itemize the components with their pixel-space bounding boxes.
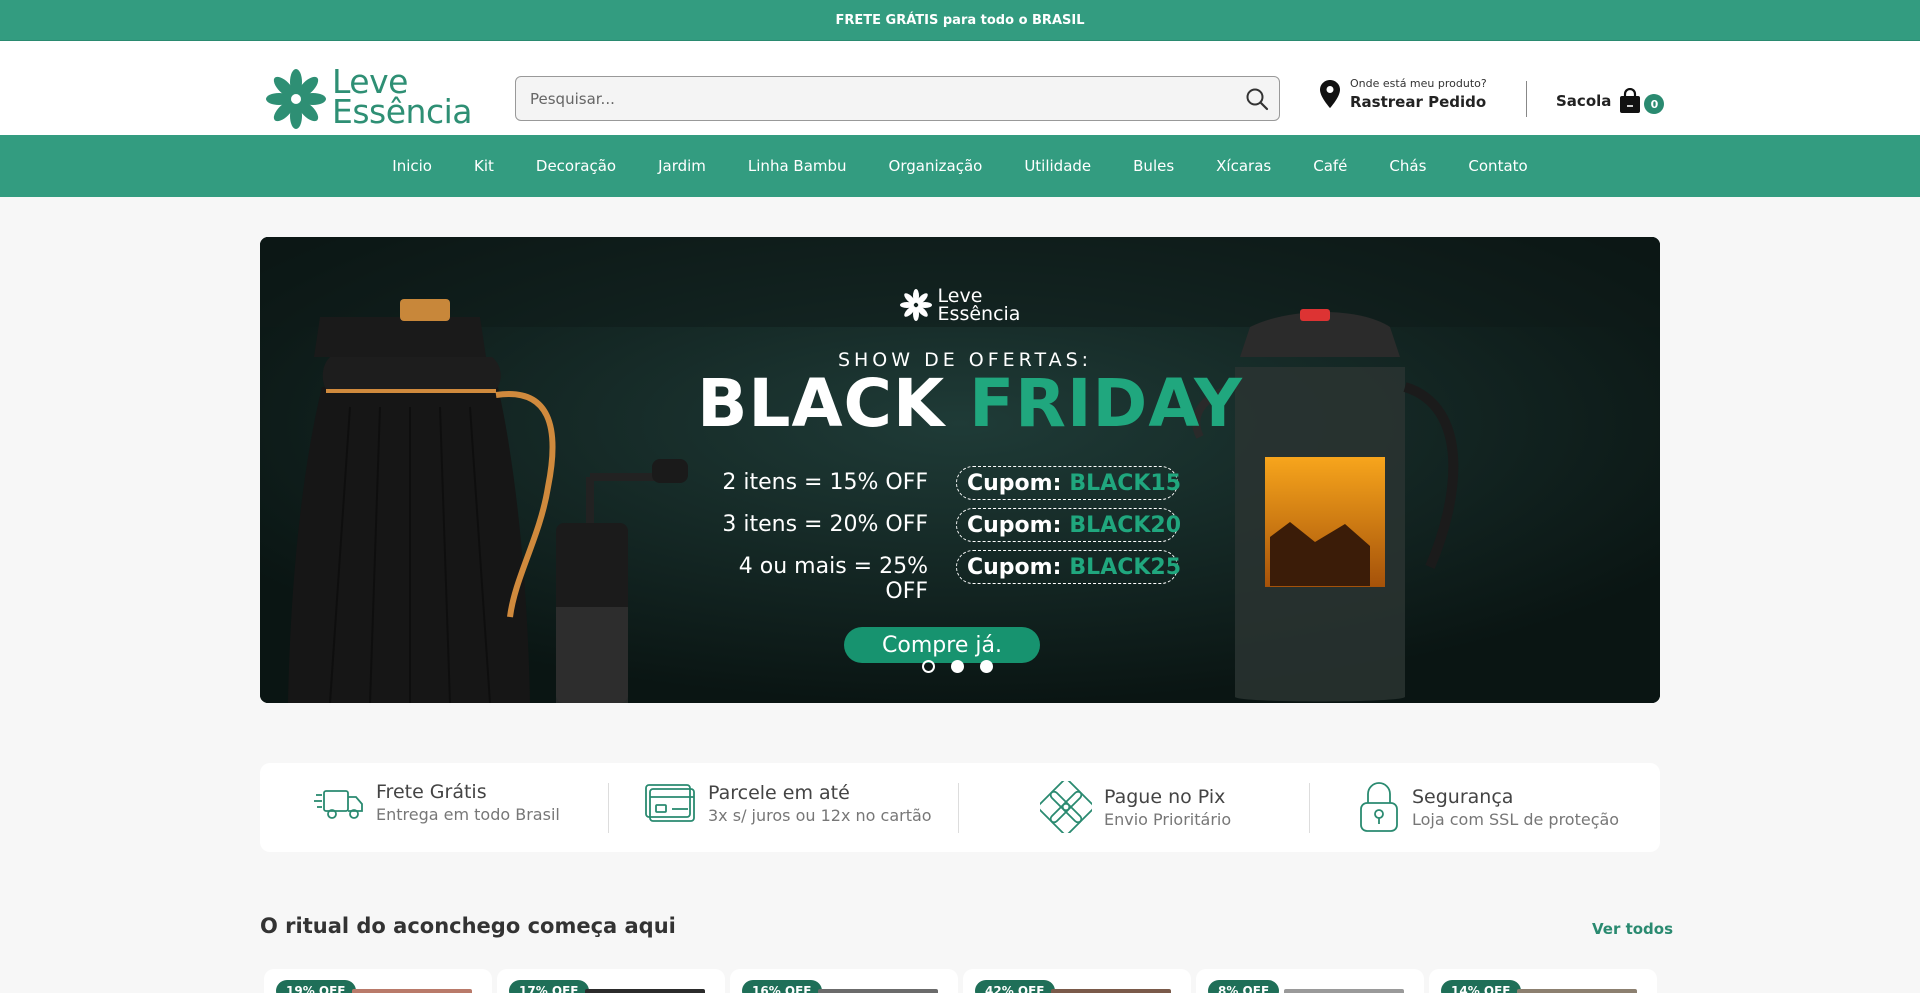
product-image <box>1284 989 1404 993</box>
coupon-badge: Cupom: BLACK15 <box>956 466 1182 500</box>
leaf-flower-icon <box>266 69 326 129</box>
feature-pix: Pague no Pix Envio Prioritário <box>1040 781 1231 833</box>
feature-security: Segurança Loja com SSL de proteção <box>1358 781 1619 833</box>
offer-line: 3 itens = 20% OFF <box>722 512 928 537</box>
feature-installments: Parcele em até 3x s/ juros ou 12x no car… <box>644 781 932 825</box>
discount-badge: 8% OFF <box>1208 980 1280 993</box>
header-divider <box>1526 81 1527 117</box>
track-order-link[interactable]: Onde está meu produto? Rastrear Pedido <box>1320 77 1487 111</box>
feature-divider <box>608 783 609 833</box>
truck-icon <box>314 789 363 819</box>
coupon-code: BLACK15 <box>1069 470 1182 496</box>
logo[interactable]: Leve Essência <box>264 65 473 131</box>
carousel-dots <box>922 660 993 673</box>
cart-button[interactable]: Sacola 0 <box>1556 88 1665 114</box>
carousel-dot-3[interactable] <box>980 660 993 673</box>
product-card[interactable]: 19% OFF <box>264 969 492 993</box>
feature-title: Parcele em até <box>708 781 850 804</box>
discount-badge: 14% OFF <box>1441 980 1521 993</box>
product-card[interactable]: 16% OFF <box>730 969 958 993</box>
banner-logo-line-2: Essência <box>937 303 1021 325</box>
coupon-badge: Cupom: BLACK25 <box>956 550 1182 584</box>
buy-now-button[interactable]: Compre já. <box>844 627 1040 663</box>
offer-line: 4 ou mais = 25% OFF <box>738 554 928 604</box>
carousel-dot-2[interactable] <box>951 660 964 673</box>
discount-badge: 17% OFF <box>509 980 589 993</box>
product-image <box>1051 989 1171 993</box>
feature-subtitle: Entrega em todo Brasil <box>376 805 560 824</box>
feature-subtitle: Envio Prioritário <box>1104 809 1232 829</box>
track-order-label: Rastrear Pedido <box>1350 93 1487 111</box>
section-title: O ritual do aconchego começa aqui <box>260 914 676 938</box>
coupon-label: Cupom: <box>967 470 1062 496</box>
top-announcement-bar: FRETE GRÁTIS para todo o BRASIL <box>0 0 1920 41</box>
product-card[interactable]: 17% OFF <box>497 969 725 993</box>
coupon-badge: Cupom: BLACK20 <box>956 508 1182 542</box>
nav-item-decoracao[interactable]: Decoração <box>515 157 637 175</box>
feature-title: Pague no Pix <box>1104 785 1226 808</box>
nav-item-jardim[interactable]: Jardim <box>637 157 727 175</box>
location-pin-icon <box>1320 80 1340 108</box>
shopping-bag-icon <box>1620 88 1641 113</box>
product-card[interactable]: 42% OFF <box>963 969 1191 993</box>
discount-badge: 42% OFF <box>975 980 1055 993</box>
feature-divider <box>958 783 959 833</box>
banner-title: BLACK FRIDAY <box>260 365 1660 442</box>
search-icon[interactable] <box>1245 87 1269 111</box>
product-image <box>352 989 472 993</box>
product-image <box>1517 989 1637 993</box>
nav-item-kit[interactable]: Kit <box>453 157 515 175</box>
carousel-dot-1[interactable] <box>922 660 935 673</box>
product-card[interactable]: 14% OFF <box>1429 969 1657 993</box>
coupon-label: Cupom: <box>967 554 1062 580</box>
cart-label: Sacola <box>1556 92 1612 110</box>
banner-title-green: FRIDAY <box>969 365 1243 442</box>
feature-title: Frete Grátis <box>376 781 487 803</box>
nav-item-utilidade[interactable]: Utilidade <box>1003 157 1112 175</box>
search-bar <box>515 76 1280 121</box>
feature-subtitle: Loja com SSL de proteção <box>1412 809 1620 829</box>
pix-icon <box>1040 781 1092 833</box>
nav-item-inicio[interactable]: Inicio <box>371 157 453 175</box>
main-nav: Inicio Kit Decoração Jardim Linha Bambu … <box>0 135 1920 197</box>
search-input[interactable] <box>516 77 1216 120</box>
credit-card-icon <box>645 784 695 822</box>
site-header: Leve Essência Onde está meu produto? Ras… <box>0 41 1920 135</box>
feature-free-shipping: Frete Grátis Entrega em todo Brasil <box>314 781 560 824</box>
coupon-label: Cupom: <box>967 512 1062 538</box>
nav-item-linha-bambu[interactable]: Linha Bambu <box>727 157 868 175</box>
coupon-code: BLACK20 <box>1069 512 1182 538</box>
feature-divider <box>1309 783 1310 833</box>
nav-item-cafe[interactable]: Café <box>1292 157 1368 175</box>
padlock-icon <box>1360 782 1398 832</box>
free-shipping-text: FRETE GRÁTIS para todo o BRASIL <box>835 12 1085 28</box>
product-image <box>818 989 938 993</box>
nav-item-chas[interactable]: Chás <box>1368 157 1447 175</box>
banner-title-white: BLACK <box>697 365 946 442</box>
track-order-hint: Onde está meu produto? <box>1350 77 1487 90</box>
hero-banner[interactable]: Leve Essência SHOW DE OFERTAS: BLACK FRI… <box>260 237 1660 703</box>
cart-count-badge: 0 <box>1644 94 1665 114</box>
feature-title: Segurança <box>1412 785 1514 808</box>
product-card[interactable]: 8% OFF <box>1196 969 1424 993</box>
offer-line: 2 itens = 15% OFF <box>722 470 928 495</box>
feature-subtitle: 3x s/ juros ou 12x no cartão <box>708 805 932 825</box>
discount-badge: 19% OFF <box>276 980 356 993</box>
nav-item-contato[interactable]: Contato <box>1447 157 1548 175</box>
features-bar: Frete Grátis Entrega em todo Brasil Parc… <box>260 763 1660 852</box>
leaf-flower-icon <box>899 289 932 321</box>
discount-badge: 16% OFF <box>742 980 822 993</box>
product-image <box>585 989 705 993</box>
see-all-link[interactable]: Ver todos <box>1592 920 1673 938</box>
banner-logo: Leve Essência <box>260 287 1660 325</box>
nav-item-xicaras[interactable]: Xícaras <box>1195 157 1292 175</box>
nav-item-organizacao[interactable]: Organização <box>868 157 1004 175</box>
coupon-code: BLACK25 <box>1069 554 1182 580</box>
logo-line-2: Essência <box>332 92 473 131</box>
nav-item-bules[interactable]: Bules <box>1112 157 1195 175</box>
